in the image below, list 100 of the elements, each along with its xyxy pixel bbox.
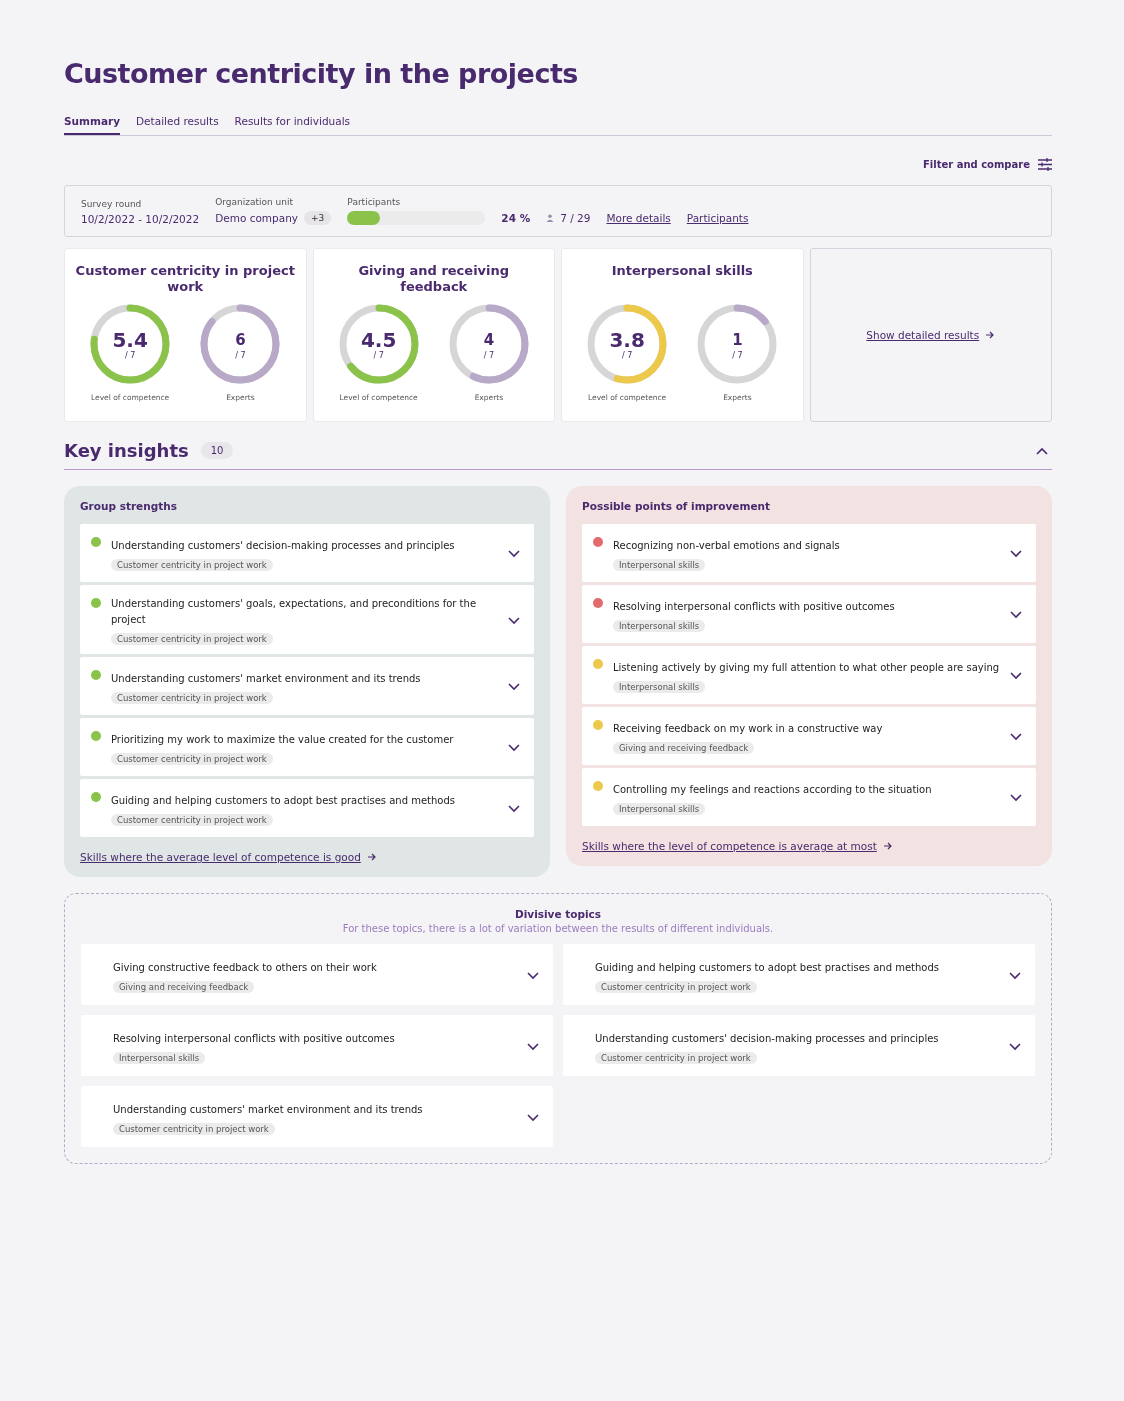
skills-link[interactable]: Skills where the level of competence is average at most [582,840,877,852]
chevron-down-icon[interactable] [1010,611,1022,619]
gauge-max: / 7 [124,350,136,360]
chevron-down-icon[interactable] [508,550,520,558]
insight-card[interactable]: Guiding and helping customers to adopt best practises and methods Customer centricity in project work [80,779,534,837]
skills-link[interactable]: Skills where the average level of competence is good [80,851,361,863]
tab[interactable]: Results for individuals [234,115,351,135]
chevron-down-icon[interactable] [527,1114,539,1122]
link[interactable]: More details [606,212,671,224]
insight-card[interactable]: Receiving feedback on my work in a constructive way Giving and receiving feedback [582,707,1036,765]
gauge-value: 5.4 [112,328,148,351]
field-label: Participants [347,197,402,207]
insight-text: Understanding customers' decision-making processes and principles [595,1031,939,1046]
insight-text: Guiding and helping customers to adopt best practises and methods [111,793,455,808]
count-badge: +3 [304,211,332,225]
insight-card[interactable]: Giving constructive feedback to others on their work Giving and receiving feedback [81,944,553,1005]
skill-tag: Customer centricity in project work [595,1051,757,1064]
chevron-down-icon[interactable] [508,683,520,691]
skill-tag: Interpersonal skills [613,802,706,815]
card-title: Customer centricity in project work [75,263,296,296]
gauge-max: / 7 [373,350,384,360]
chevron-down-icon[interactable] [1010,733,1022,741]
insight-card[interactable]: Resolving interpersonal conflicts with positive outcomes Interpersonal skills [81,1015,553,1076]
card-title: Interpersonal skills [611,263,753,280]
skill-tag: Customer centricity in project work [111,813,273,826]
insight-card[interactable]: Understanding customers' decision-making processes and principles Customer centricity in project work [563,1015,1035,1076]
skill-tag: Customer centricity in project work [111,558,273,571]
chevron-down-icon[interactable] [1010,794,1022,802]
skill-tag: Interpersonal skills [113,1051,206,1064]
insight-card[interactable]: Understanding customers' decision-making processes and principles Customer centricity in project work [80,524,534,582]
skill-tag: Customer centricity in project work [113,1122,275,1135]
insight-text: Recognizing non-verbal emotions and signals [613,538,840,553]
chevron-down-icon[interactable] [527,972,539,980]
insight-text: Resolving interpersonal conflicts with positive outcomes [613,599,895,614]
skill-tag: Interpersonal skills [613,619,706,632]
skill-tag: Customer centricity in project work [111,752,273,765]
gauge-max: / 7 [483,350,495,360]
skill-tag: Giving and receiving feedback [613,741,755,754]
skill-tag: Interpersonal skills [613,558,706,571]
insight-text: Understanding customers' goals, expectations, and preconditions for the project [111,597,478,627]
field-label: Organization unit [215,197,294,207]
chevron-down-icon[interactable] [1009,972,1021,980]
insight-text: Understanding customers' market environment and its trends [111,671,421,686]
insight-text: Listening actively by giving my full attention to what other people are saying [613,660,1000,675]
insight-card[interactable]: Understanding customers' goals, expectations, and preconditions for the project Customer centricity in project work [80,585,534,654]
skill-tag: Customer centricity in project work [111,633,273,645]
chevron-down-icon[interactable] [527,1043,539,1051]
insight-card[interactable]: Guiding and helping customers to adopt best practises and methods Customer centricity in project work [563,944,1035,1005]
tab[interactable]: Summary [64,115,121,135]
gauge-max: / 7 [621,350,633,360]
chevron-down-icon[interactable] [508,744,520,752]
field-label: Survey round [81,199,143,209]
gauge-value: 6 [235,329,246,351]
page-title: Customer centricity in the projects [64,58,579,89]
chevron-down-icon[interactable] [1010,550,1022,558]
skill-tag: Interpersonal skills [613,680,706,693]
insight-text: Prioritizing my work to maximize the value created for the customer [111,732,454,747]
insight-card[interactable]: Prioritizing my work to maximize the value created for the customer Customer centricity in project work [80,718,534,776]
show-detailed-results-link[interactable]: Show detailed results [866,329,980,341]
chevron-down-icon[interactable] [508,805,520,813]
box-title: Divisive topics [514,908,602,920]
arrow-right-icon [985,330,996,340]
insight-card[interactable]: Resolving interpersonal conflicts with positive outcomes Interpersonal skills [582,585,1036,643]
insight-card[interactable]: Understanding customers' market environment and its trends Customer centricity in project work [80,657,534,715]
card-title: Giving and receiving feedback [357,263,511,296]
gauge-max: / 7 [235,350,246,360]
gauge-value: 4 [483,329,495,351]
skill-tag: Customer centricity in project work [111,691,273,704]
chevron-down-icon[interactable] [508,616,520,625]
gauge-value: 4.5 [360,328,397,351]
insight-text: Giving constructive feedback to others on their work [113,960,377,975]
insight-text: Understanding customers' decision-making processes and principles [111,538,455,553]
sliders-icon [1038,158,1052,171]
participant-count: 7 / 29 [560,212,591,224]
percent-text: 24 % [501,212,531,224]
panel-title: Group strengths [80,500,178,512]
insight-text: Resolving interpersonal conflicts with positive outcomes [113,1031,395,1046]
person-icon [546,214,555,222]
insight-text: Guiding and helping customers to adopt best practises and methods [595,960,939,975]
insight-card[interactable]: Recognizing non-verbal emotions and signals Interpersonal skills [582,524,1036,582]
link[interactable]: Participants [686,212,749,224]
filter-button[interactable]: Filter and compare [923,158,1052,171]
insight-text: Understanding customers' market environment and its trends [113,1102,423,1117]
tab[interactable]: Detailed results [136,115,219,135]
arrow-right-icon [882,841,893,851]
insight-card[interactable]: Listening actively by giving my full attention to what other people are saying Interpersonal skills [582,646,1036,704]
chevron-down-icon[interactable] [1010,672,1022,680]
insight-card[interactable]: Controlling my feelings and reactions according to the situation Interpersonal skills [582,768,1036,826]
field-value: 10/2/2022 - 10/2/2022 [81,213,200,225]
count-badge: 10 [200,442,234,459]
chevron-down-icon[interactable] [1009,1043,1021,1051]
insight-text: Controlling my feelings and reactions according to the situation [613,782,932,797]
skill-tag: Giving and receiving feedback [113,980,255,993]
skill-tag: Customer centricity in project work [595,980,757,993]
section-title: Key insights [64,440,189,461]
panel-title: Possible points of improvement [582,500,772,512]
arrow-right-icon [366,852,377,862]
field-value: Demo company [215,212,299,224]
insight-card[interactable]: Understanding customers' market environment and its trends Customer centricity in project work [81,1086,553,1147]
box-subtitle: For these topics, there is a lot of variation between the results of different individuals. [342,923,774,934]
